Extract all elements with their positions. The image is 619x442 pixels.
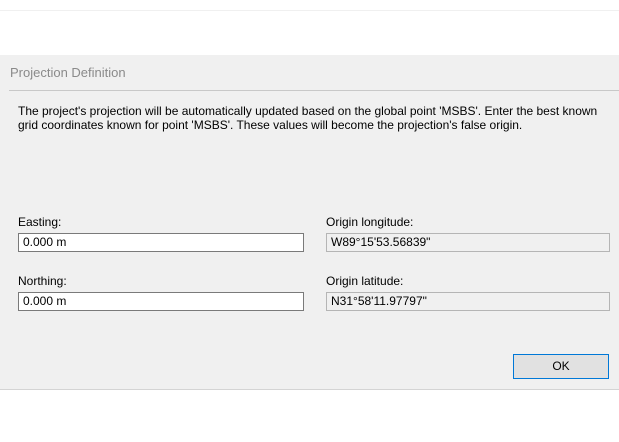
easting-input[interactable]: 0.000 m xyxy=(18,233,304,252)
top-toolbar-area xyxy=(0,10,619,56)
title-divider xyxy=(9,90,619,91)
bottom-area xyxy=(0,390,619,442)
dialog-description: The project's projection will be automat… xyxy=(18,104,598,132)
origin-latitude-field: N31°58'11.97797" xyxy=(326,292,610,311)
origin-longitude-label: Origin longitude: xyxy=(326,215,414,229)
origin-latitude-label: Origin latitude: xyxy=(326,274,404,288)
ok-button[interactable]: OK xyxy=(513,354,609,379)
easting-label: Easting: xyxy=(18,215,62,229)
origin-longitude-field: W89°15'53.56839" xyxy=(326,233,610,252)
dialog-title: Projection Definition xyxy=(10,65,126,80)
northing-label: Northing: xyxy=(18,274,67,288)
northing-input[interactable]: 0.000 m xyxy=(18,292,304,311)
dialog-title-bar: Projection Definition xyxy=(0,55,619,91)
projection-definition-dialog: Projection Definition The project's proj… xyxy=(0,55,619,390)
